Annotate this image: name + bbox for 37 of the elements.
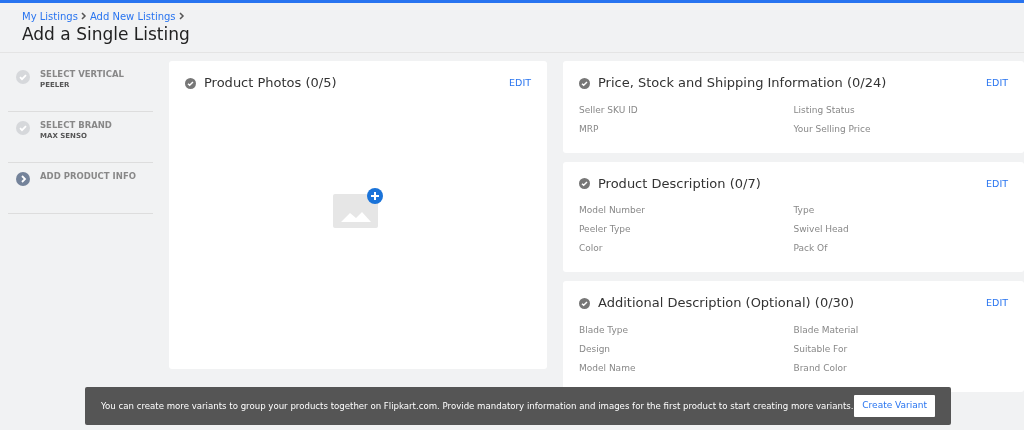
field-label: Blade Type bbox=[579, 324, 628, 335]
edit-link[interactable]: EDIT bbox=[509, 76, 531, 91]
field-label: Your Selling Price bbox=[793, 123, 871, 134]
check-icon bbox=[185, 77, 196, 89]
step-title: ADD PRODUCT INFO bbox=[40, 171, 136, 182]
field-label: Suitable For bbox=[793, 343, 848, 354]
check-icon bbox=[579, 178, 590, 190]
breadcrumb-link[interactable]: Add New Listings bbox=[89, 9, 176, 24]
check-icon bbox=[579, 297, 590, 309]
create-variant-button[interactable]: Create Variant bbox=[854, 395, 935, 417]
field-label: Color bbox=[579, 243, 603, 254]
field-label: Peeler Type bbox=[579, 224, 631, 235]
card-title: Product Photos (0/5) bbox=[204, 74, 337, 93]
field-label: Blade Material bbox=[793, 324, 859, 335]
edit-link[interactable]: EDIT bbox=[986, 76, 1008, 91]
check-icon bbox=[579, 77, 590, 89]
field-label: Design bbox=[579, 343, 611, 354]
field-label: Model Number bbox=[579, 205, 646, 216]
field-label: Swivel Head bbox=[793, 224, 849, 235]
edit-link[interactable]: EDIT bbox=[986, 176, 1008, 191]
field-label: Seller SKU ID bbox=[579, 104, 638, 115]
field-label: Model Name bbox=[579, 362, 636, 373]
card-title: Additional Description (Optional) (0/30) bbox=[598, 294, 855, 313]
toast-message: You can create more variants to group your products together on Flipkart.com. Provide mandatory information and images for the first product to start creating more variants. bbox=[101, 399, 854, 413]
breadcrumb-link[interactable]: My Listings bbox=[22, 9, 78, 24]
card-title: Product Description (0/7) bbox=[598, 174, 761, 193]
field-label: Type bbox=[793, 205, 815, 216]
step-title: SELECT VERTICAL bbox=[40, 69, 124, 80]
card-title: Price, Stock and Shipping Information (0/24) bbox=[598, 74, 887, 93]
field-label: Brand Color bbox=[793, 362, 847, 373]
step-title: SELECT BRAND bbox=[40, 120, 112, 131]
edit-link[interactable]: EDIT bbox=[986, 296, 1008, 311]
add-photo-icon[interactable] bbox=[333, 187, 383, 228]
field-label: MRP bbox=[579, 123, 599, 134]
field-label: Pack Of bbox=[793, 243, 828, 254]
field-label: Listing Status bbox=[793, 104, 855, 115]
page-title: Add a Single Listing bbox=[22, 24, 191, 45]
